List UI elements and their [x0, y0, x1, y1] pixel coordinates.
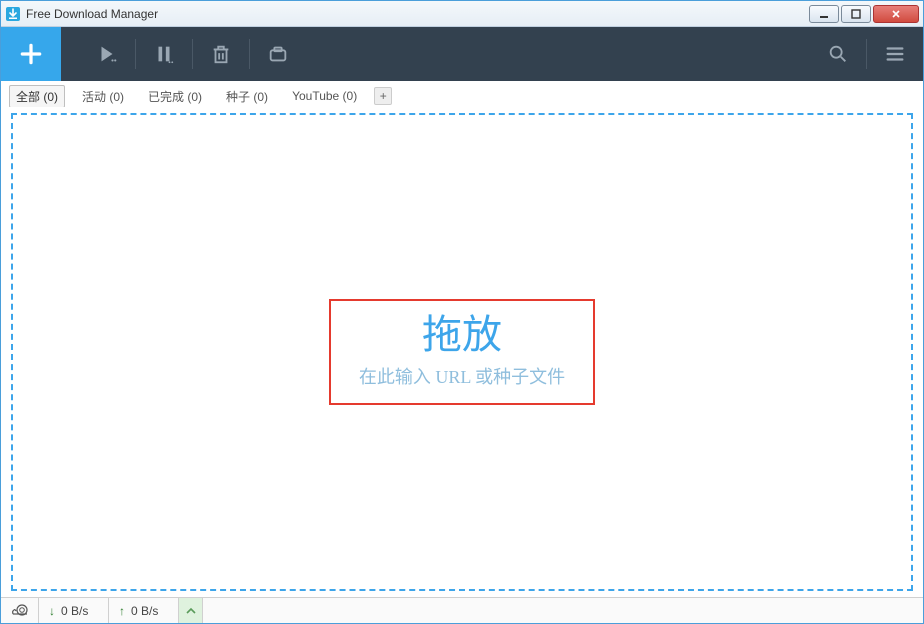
- upload-arrow-icon: ↑: [119, 604, 125, 618]
- main-area: 拖放 在此输入 URL 或种子文件: [1, 107, 923, 597]
- move-button[interactable]: [250, 27, 306, 81]
- speed-limit-button[interactable]: [1, 598, 39, 623]
- window-controls: [809, 5, 919, 23]
- filter-tabs: 全部 (0) 活动 (0) 已完成 (0) 种子 (0) YouTube (0)…: [1, 81, 923, 107]
- window-title: Free Download Manager: [26, 7, 158, 21]
- add-tab-button[interactable]: +: [374, 87, 392, 105]
- tab-completed[interactable]: 已完成 (0): [141, 85, 209, 108]
- drop-box: 拖放 在此输入 URL 或种子文件: [329, 299, 595, 405]
- snail-icon: [11, 602, 29, 619]
- search-button[interactable]: [810, 27, 866, 81]
- upload-speed[interactable]: ↑ 0 B/s: [109, 598, 179, 623]
- expand-panel-button[interactable]: [179, 598, 203, 623]
- menu-button[interactable]: [867, 27, 923, 81]
- start-button[interactable]: [79, 27, 135, 81]
- toolbar: [1, 27, 923, 81]
- add-download-button[interactable]: [1, 27, 61, 81]
- title-bar: Free Download Manager: [1, 1, 923, 27]
- plus-icon: +: [380, 89, 387, 103]
- download-speed[interactable]: ↓ 0 B/s: [39, 598, 109, 623]
- download-arrow-icon: ↓: [49, 604, 55, 618]
- tab-youtube[interactable]: YouTube (0): [285, 86, 364, 106]
- tab-torrents[interactable]: 种子 (0): [219, 85, 275, 108]
- drop-title: 拖放: [359, 313, 565, 357]
- maximize-button[interactable]: [841, 5, 871, 23]
- close-button[interactable]: [873, 5, 919, 23]
- minimize-button[interactable]: [809, 5, 839, 23]
- upload-speed-value: 0 B/s: [131, 604, 158, 618]
- download-speed-value: 0 B/s: [61, 604, 88, 618]
- tab-active[interactable]: 活动 (0): [75, 85, 131, 108]
- tab-all[interactable]: 全部 (0): [9, 85, 65, 108]
- app-icon: [5, 6, 21, 22]
- drop-subtitle: 在此输入 URL 或种子文件: [359, 363, 565, 389]
- chevron-up-icon: [186, 604, 196, 618]
- drop-zone[interactable]: 拖放 在此输入 URL 或种子文件: [11, 113, 913, 591]
- status-bar: ↓ 0 B/s ↑ 0 B/s: [1, 597, 923, 623]
- delete-button[interactable]: [193, 27, 249, 81]
- pause-button[interactable]: [136, 27, 192, 81]
